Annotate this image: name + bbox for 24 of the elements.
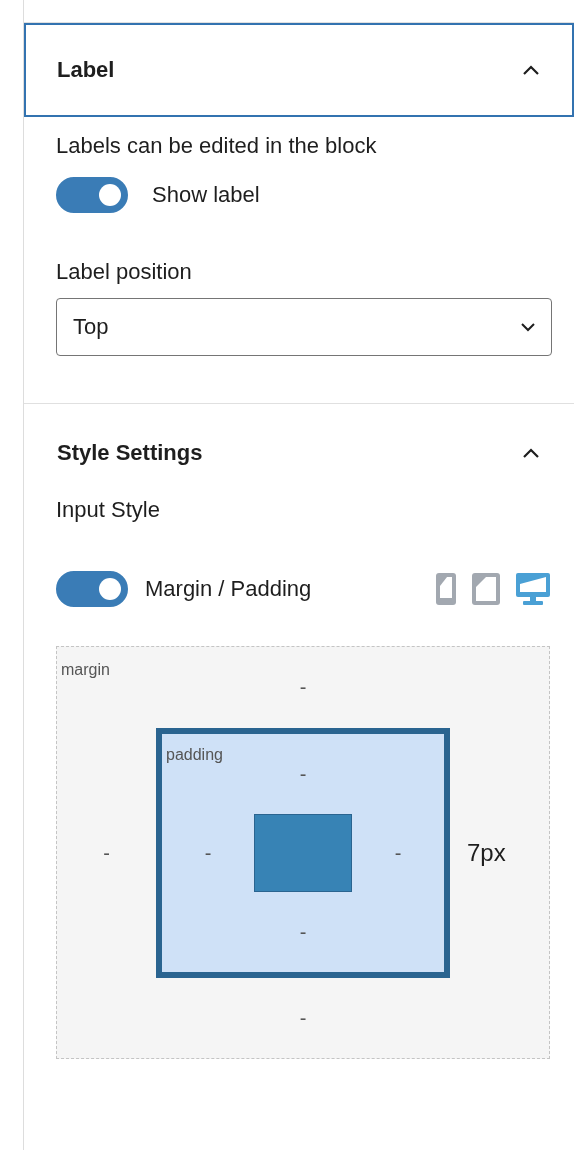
panel-title: Label (57, 57, 115, 83)
desktop-icon[interactable] (516, 573, 550, 605)
toggle-switch[interactable] (56, 177, 128, 213)
padding-right-value[interactable]: - (352, 814, 444, 892)
padding-top-value[interactable]: - (254, 734, 352, 814)
margin-left-value[interactable]: - (57, 728, 156, 978)
margin-top-value[interactable]: - (156, 647, 450, 728)
padding-left-value[interactable]: - (162, 814, 254, 892)
padding-bottom-value[interactable]: - (254, 892, 352, 972)
toggle-label: Show label (152, 182, 260, 208)
chevron-down-icon (521, 322, 535, 332)
help-text: Labels can be edited in the block (56, 132, 378, 160)
margin-right-value[interactable]: 7px (450, 728, 549, 978)
panel-header[interactable]: Label (24, 23, 574, 117)
toggle-label: Margin / Padding (145, 576, 312, 602)
padding-label: padding (165, 745, 223, 764)
toggle-switch[interactable] (56, 571, 128, 607)
panel-title: Style Settings (57, 440, 203, 466)
tablet-icon[interactable] (472, 573, 500, 605)
phone-icon[interactable] (436, 573, 456, 605)
position-select[interactable]: Top (56, 298, 552, 356)
margin-bottom-value[interactable]: - (156, 978, 450, 1058)
field-label: Label position (56, 258, 193, 286)
margin-label: margin (60, 660, 110, 679)
